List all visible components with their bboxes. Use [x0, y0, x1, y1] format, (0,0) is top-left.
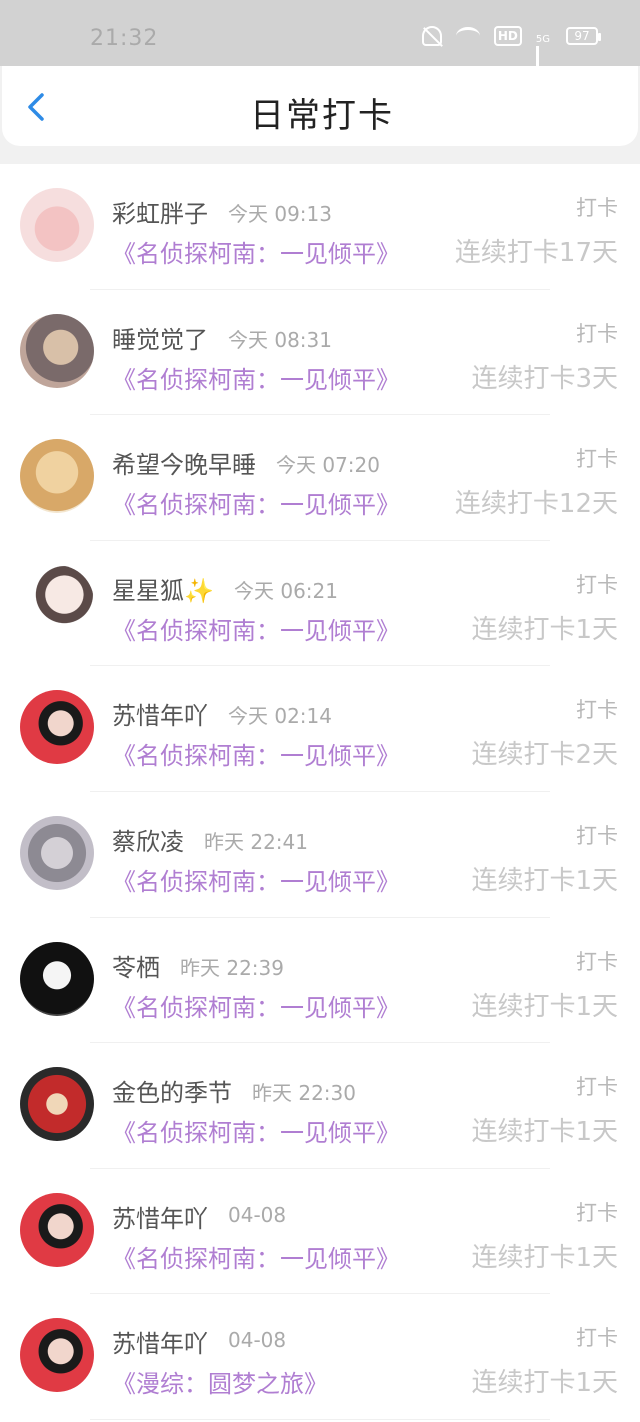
user-name[interactable]: 苓栖 [112, 948, 160, 983]
costume-girl-avatar[interactable] [20, 1192, 94, 1267]
streak-text: 连续打卡1天 [471, 1242, 618, 1273]
book-title-link[interactable]: 《名侦探柯南：一见倾平》 [112, 234, 400, 269]
battery-level: 97 [574, 29, 590, 43]
user-name[interactable]: 希望今晚早睡 [112, 445, 256, 480]
status-bar: 21:32 HD 5G 97 [0, 0, 640, 94]
checkin-time: 今天 07:20 [276, 453, 380, 478]
streak-text: 连续打卡2天 [471, 740, 618, 771]
header-card: 日常打卡 [2, 66, 638, 146]
header: 日常打卡 [0, 66, 640, 164]
book-title-link[interactable]: 《名侦探柯南：一见倾平》 [112, 485, 400, 520]
anime-girl-avatar[interactable] [20, 564, 94, 639]
divider [90, 1418, 550, 1420]
checkin-list: 彩虹胖子 今天 09:13 《名侦探柯南：一见倾平》 打卡 连续打卡17天 睡觉… [0, 164, 640, 1420]
dog-avatar[interactable] [20, 439, 94, 514]
checkin-label: 打卡 [576, 1326, 618, 1351]
streak-text: 连续打卡1天 [471, 1368, 618, 1399]
user-name[interactable]: 星星狐✨ [112, 571, 214, 606]
user-name[interactable]: 苏惜年吖 [112, 1324, 208, 1359]
user-name[interactable]: 苏惜年吖 [112, 1199, 208, 1234]
costume-girl-avatar[interactable] [20, 1318, 94, 1393]
checkin-time: 04-08 [228, 1202, 287, 1227]
book-title-link[interactable]: 《名侦探柯南：一见倾平》 [112, 1113, 400, 1148]
checkin-time: 今天 09:13 [228, 202, 332, 226]
page-title: 日常打卡 [250, 96, 394, 136]
list-item[interactable]: 苏惜年吖 04-08 《漫综：圆梦之旅》 打卡 连续打卡1天 [0, 1294, 640, 1420]
book-title-link[interactable]: 《名侦探柯南：一见倾平》 [112, 360, 400, 395]
gray-girl-avatar[interactable] [20, 815, 94, 890]
list-item[interactable]: 苓栖 昨天 22:39 《名侦探柯南：一见倾平》 打卡 连续打卡1天 [0, 918, 640, 1044]
signal-icon: 5G [535, 27, 552, 94]
streak-text: 连续打卡1天 [471, 865, 618, 896]
list-item[interactable]: 蔡欣凌 昨天 22:41 《名侦探柯南：一见倾平》 打卡 连续打卡1天 [0, 792, 640, 918]
status-icons: HD 5G 97 [421, 26, 601, 94]
hd-icon: HD [493, 26, 522, 46]
user-name[interactable]: 苏惜年吖 [112, 696, 208, 731]
checkin-time: 04-08 [228, 1328, 287, 1353]
checkin-time: 今天 02:14 [228, 704, 332, 729]
manga-boy-avatar[interactable] [20, 941, 94, 1016]
streak-text: 连续打卡3天 [471, 363, 618, 394]
book-title-link[interactable]: 《漫综：圆梦之旅》 [112, 1364, 328, 1399]
status-time: 21:32 [90, 26, 159, 51]
list-item[interactable]: 睡觉觉了 今天 08:31 《名侦探柯南：一见倾平》 打卡 连续打卡3天 [0, 290, 640, 416]
pig-avatar[interactable] [20, 188, 94, 262]
list-item[interactable]: 金色的季节 昨天 22:30 《名侦探柯南：一见倾平》 打卡 连续打卡1天 [0, 1043, 640, 1169]
checkin-time: 昨天 22:41 [204, 829, 308, 854]
checkin-label: 打卡 [576, 572, 618, 597]
book-title-link[interactable]: 《名侦探柯南：一见倾平》 [112, 736, 400, 771]
costume-girl-avatar[interactable] [20, 690, 94, 765]
checkin-label: 打卡 [576, 949, 618, 974]
list-item[interactable]: 苏惜年吖 04-08 《名侦探柯南：一见倾平》 打卡 连续打卡1天 [0, 1169, 640, 1295]
user-name[interactable]: 蔡欣凌 [112, 822, 184, 857]
list-item[interactable]: 希望今晚早睡 今天 07:20 《名侦探柯南：一见倾平》 打卡 连续打卡12天 [0, 415, 640, 541]
user-name[interactable]: 金色的季节 [112, 1073, 232, 1108]
checkin-time: 昨天 22:39 [180, 955, 284, 980]
checkin-label: 打卡 [576, 698, 618, 723]
book-title-link[interactable]: 《名侦探柯南：一见倾平》 [112, 988, 400, 1023]
user-name[interactable]: 彩虹胖子 [112, 194, 208, 229]
checkin-label: 打卡 [576, 1075, 618, 1100]
network-type: 5G [535, 34, 550, 45]
list-item[interactable]: 彩虹胖子 今天 09:13 《名侦探柯南：一见倾平》 打卡 连续打卡17天 [0, 164, 640, 290]
checkin-time: 今天 06:21 [234, 578, 338, 603]
checkin-time: 今天 08:31 [228, 327, 332, 352]
checkin-label: 打卡 [576, 823, 618, 848]
wifi-icon [455, 27, 480, 45]
streak-text: 连续打卡12天 [454, 489, 618, 520]
checkin-label: 打卡 [576, 321, 618, 346]
athlete-avatar[interactable] [20, 1067, 94, 1142]
list-item[interactable]: 苏惜年吖 今天 02:14 《名侦探柯南：一见倾平》 打卡 连续打卡2天 [0, 666, 640, 792]
mute-bell-icon [421, 26, 442, 46]
list-item[interactable]: 星星狐✨ 今天 06:21 《名侦探柯南：一见倾平》 打卡 连续打卡1天 [0, 541, 640, 667]
checkin-label: 打卡 [576, 1200, 618, 1225]
book-title-link[interactable]: 《名侦探柯南：一见倾平》 [112, 862, 400, 897]
book-title-link[interactable]: 《名侦探柯南：一见倾平》 [112, 611, 400, 646]
streak-text: 连续打卡1天 [471, 991, 618, 1022]
anime-boy-avatar[interactable] [20, 313, 94, 388]
checkin-label: 打卡 [576, 196, 618, 220]
checkin-time: 昨天 22:30 [252, 1081, 356, 1106]
user-name[interactable]: 睡觉觉了 [112, 320, 208, 355]
book-title-link[interactable]: 《名侦探柯南：一见倾平》 [112, 1239, 400, 1274]
battery-icon: 97 [566, 27, 601, 45]
streak-text: 连续打卡1天 [471, 614, 618, 645]
streak-text: 连续打卡1天 [471, 1117, 618, 1148]
streak-text: 连续打卡17天 [454, 238, 618, 268]
checkin-label: 打卡 [576, 447, 618, 472]
